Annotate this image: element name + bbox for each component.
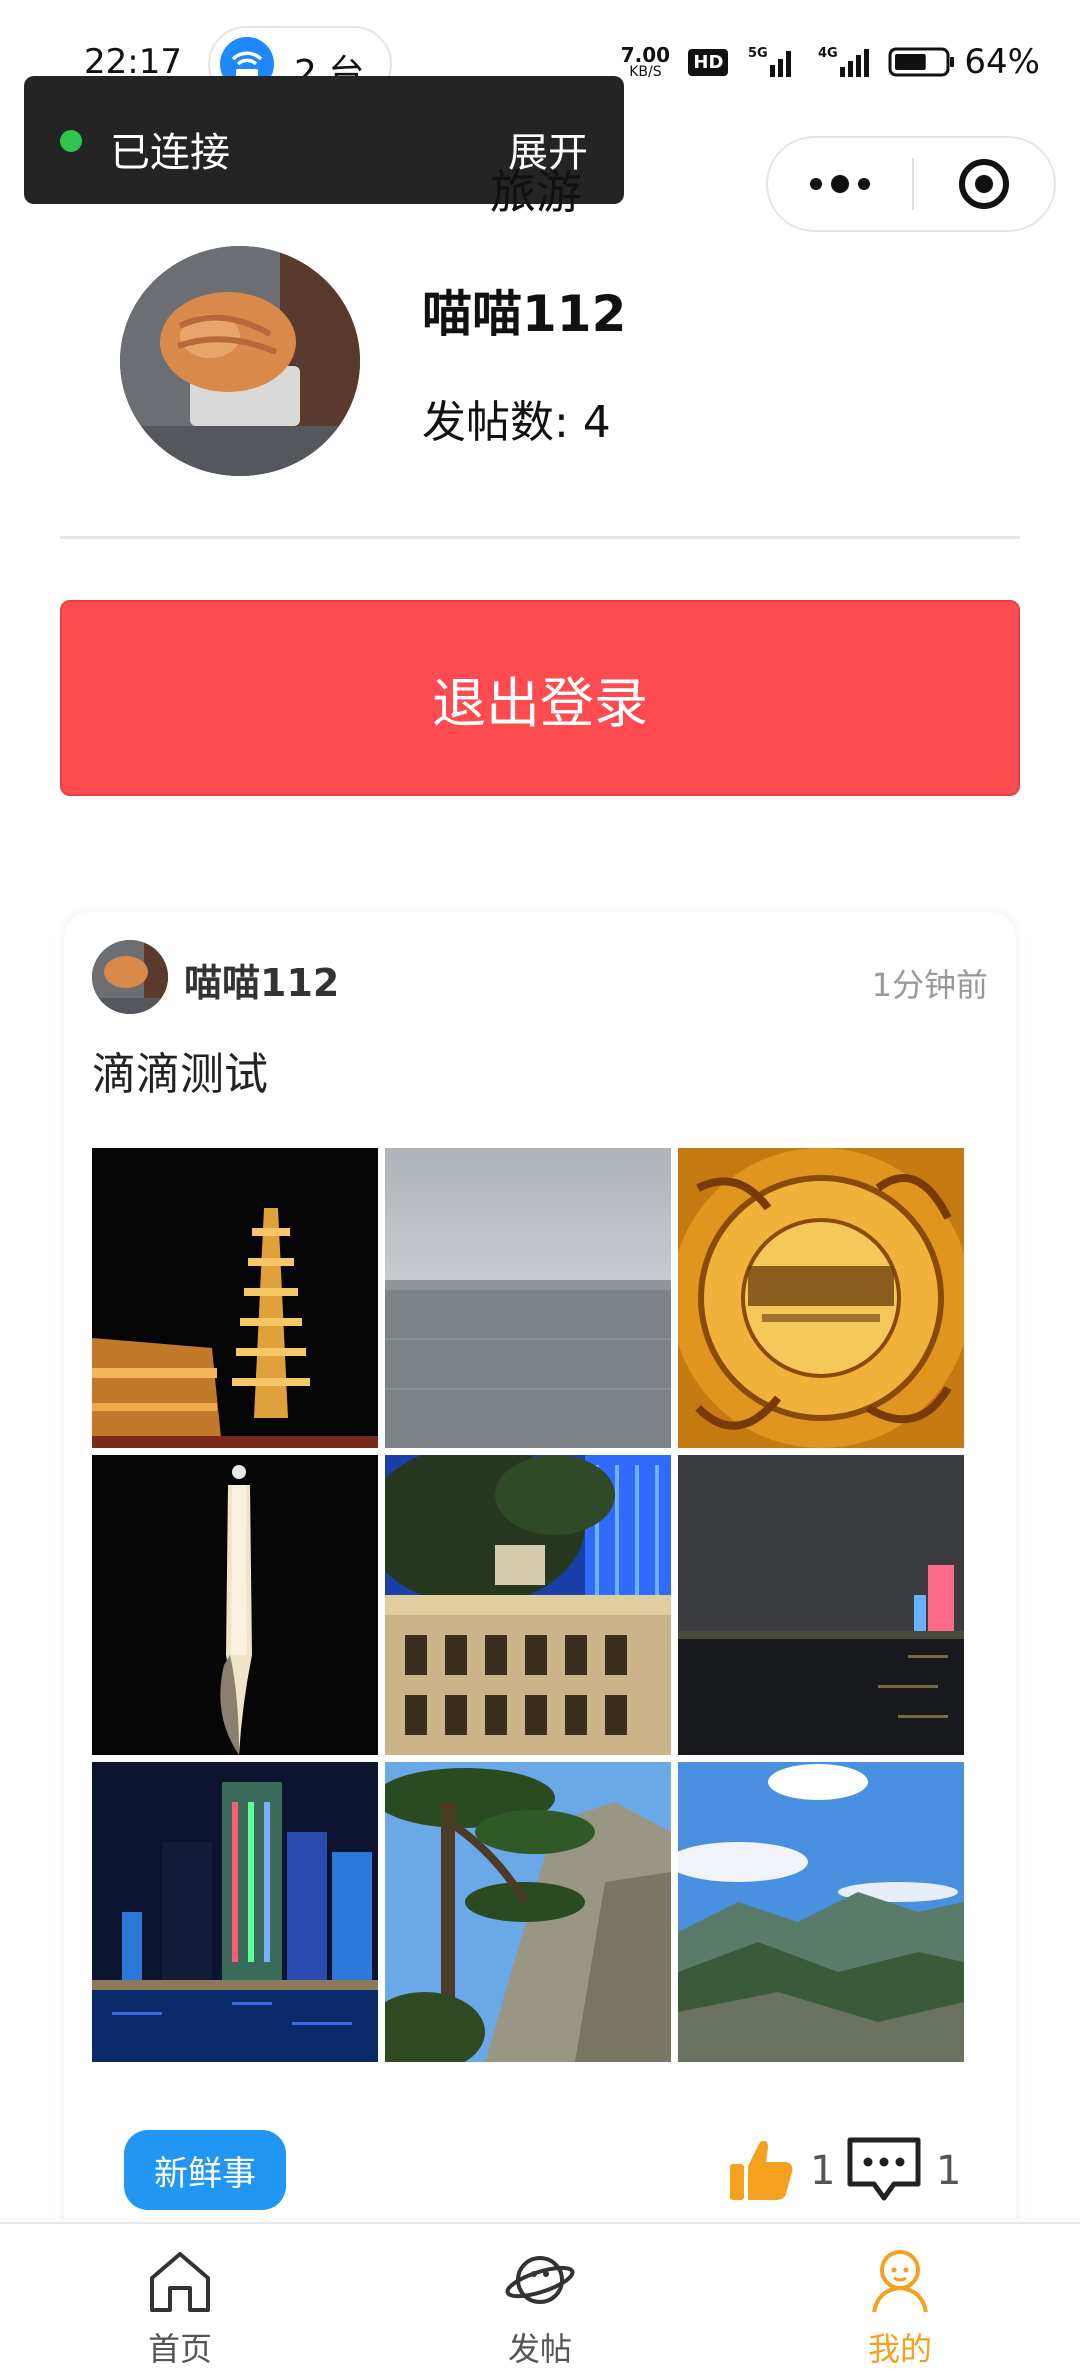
tab-label: 首页 bbox=[147, 2330, 212, 2368]
comment-icon[interactable] bbox=[844, 2130, 924, 2210]
tab-label: 我的 bbox=[867, 2330, 932, 2368]
svg-text:4G: 4G bbox=[818, 46, 838, 61]
toast-text: 已连接 bbox=[110, 130, 230, 176]
status-indicators: 7.00 KB/S HD 5G 4G 64% bbox=[620, 42, 1040, 82]
topic-tag[interactable]: 新鲜事 bbox=[124, 2130, 286, 2210]
page-title: 旅游 bbox=[490, 165, 582, 219]
historic-building-photo bbox=[385, 1455, 671, 1755]
avatar[interactable] bbox=[120, 246, 360, 476]
signal-5g-icon: 5G bbox=[748, 46, 792, 77]
svg-text:5G: 5G bbox=[748, 46, 768, 61]
tab-mine[interactable]: 我的 bbox=[780, 2224, 1020, 2376]
battery-percent: 64% bbox=[964, 42, 1040, 82]
photo-thumb-9[interactable] bbox=[678, 1762, 964, 2062]
comment-count: 1 bbox=[936, 2148, 962, 2194]
like-count: 1 bbox=[810, 2148, 836, 2194]
post-author-avatar[interactable] bbox=[92, 940, 168, 1014]
photo-thumb-8[interactable] bbox=[385, 1762, 671, 2062]
cat-avatar-image bbox=[120, 246, 360, 476]
cat-avatar-image bbox=[92, 940, 168, 1014]
post-card[interactable]: 喵喵112 1分钟前 滴滴测试 新鲜事 1 1 bbox=[64, 912, 1016, 2332]
target-close-icon bbox=[959, 159, 1009, 209]
divider bbox=[60, 536, 1020, 539]
photo-thumb-4[interactable] bbox=[92, 1455, 378, 1755]
screen: 22:17 2 台 7.00 KB/S HD 5G 4G 64% 已连接 展开 … bbox=[0, 0, 1080, 2376]
photo-thumb-1[interactable] bbox=[92, 1148, 378, 1448]
light-sculpture-night-photo bbox=[92, 1455, 378, 1755]
miniprogram-capsule bbox=[766, 136, 1056, 232]
post-timestamp: 1分钟前 bbox=[871, 966, 988, 1004]
profile-icon bbox=[872, 2250, 928, 2313]
home-icon bbox=[150, 2252, 210, 2312]
pagoda-night-photo bbox=[92, 1148, 378, 1448]
photo-thumb-6[interactable] bbox=[678, 1455, 964, 1755]
photo-thumb-3[interactable] bbox=[678, 1148, 964, 1448]
more-dots-icon bbox=[810, 175, 870, 193]
signal-4g-icon: 4G bbox=[818, 46, 870, 77]
more-button[interactable] bbox=[768, 138, 912, 230]
planet-icon bbox=[505, 2256, 575, 2304]
pine-mountain-photo bbox=[385, 1762, 671, 2062]
hd-badge: HD bbox=[688, 48, 729, 76]
net-speed: 7.00 KB/S bbox=[620, 43, 671, 80]
illuminated-towers-photo bbox=[92, 1762, 378, 2062]
river-night-skyline-photo bbox=[678, 1455, 964, 1755]
photo-thumb-5[interactable] bbox=[385, 1455, 671, 1755]
post-text: 滴滴测试 bbox=[92, 1049, 268, 1100]
tab-label: 发帖 bbox=[507, 2330, 572, 2368]
thumbs-up-icon[interactable] bbox=[726, 2134, 796, 2204]
golden-plaque-photo bbox=[678, 1148, 964, 1448]
connected-status-dot bbox=[60, 130, 82, 152]
grey-lake-photo bbox=[385, 1148, 671, 1448]
tab-bar: 首页 发帖 我的 bbox=[0, 2222, 1080, 2376]
battery-icon bbox=[888, 47, 955, 77]
close-miniprogram-button[interactable] bbox=[914, 138, 1054, 230]
profile-name: 喵喵112 bbox=[422, 285, 627, 343]
logout-button[interactable]: 退出登录 bbox=[60, 600, 1020, 796]
post-author-name: 喵喵112 bbox=[184, 961, 340, 1005]
photo-thumb-2[interactable] bbox=[385, 1148, 671, 1448]
mountain-vista-photo bbox=[678, 1762, 964, 2062]
tab-home[interactable]: 首页 bbox=[60, 2224, 300, 2376]
post-count: 发帖数: 4 bbox=[422, 397, 611, 448]
photo-thumb-7[interactable] bbox=[92, 1762, 378, 2062]
tab-post[interactable]: 发帖 bbox=[420, 2224, 660, 2376]
